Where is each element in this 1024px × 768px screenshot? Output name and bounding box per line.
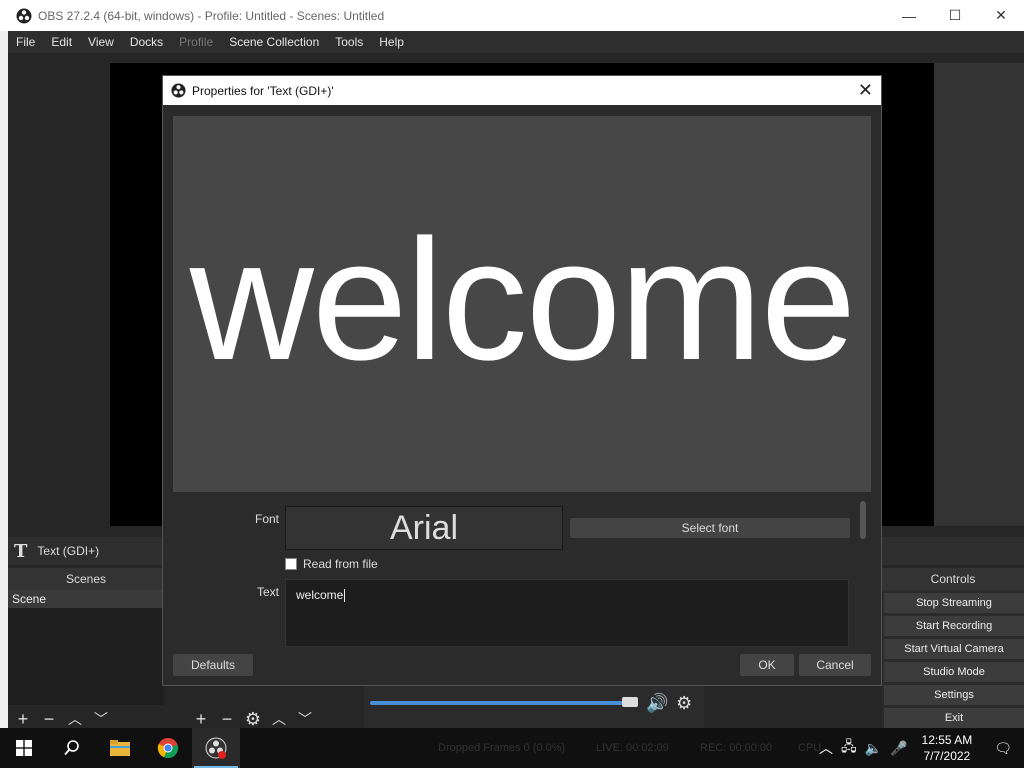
volume-slider-track[interactable] (370, 701, 635, 705)
window-title: OBS 27.2.4 (64-bit, windows) - Profile: … (38, 8, 385, 23)
select-font-button[interactable]: Select font (570, 518, 850, 538)
menu-bar: File Edit View Docks Profile Scene Colle… (8, 31, 1024, 53)
read-from-file-checkbox[interactable] (285, 558, 297, 570)
system-tray: ︿ 🖧 🔈 🎤 12:55 AM 7/7/2022 🗨 (815, 728, 1024, 768)
audio-mixer: 🔊 ⚙ (364, 683, 704, 728)
menu-view[interactable]: View (80, 31, 122, 53)
controls-dock: Controls Stop Streaming Start Recording … (882, 568, 1024, 728)
menu-file[interactable]: File (8, 31, 43, 53)
file-explorer-icon[interactable] (96, 728, 144, 768)
move-scene-down-button[interactable]: ﹀ (88, 709, 114, 729)
start-virtual-camera-button[interactable]: Start Virtual Camera (884, 639, 1024, 659)
move-source-up-button[interactable]: ︿ (266, 709, 292, 729)
scenes-list: Scene (8, 590, 164, 705)
exit-button[interactable]: Exit (884, 708, 1024, 728)
menu-profile[interactable]: Profile (171, 31, 221, 53)
scenes-dock-header: Scenes (8, 568, 164, 590)
text-caret (344, 589, 346, 603)
controls-dock-header: Controls (882, 568, 1024, 590)
menu-scene-collection[interactable]: Scene Collection (221, 31, 327, 53)
mixer-gear-icon[interactable]: ⚙ (676, 693, 692, 714)
volume-icon[interactable]: 🔈 (861, 740, 886, 757)
menu-help[interactable]: Help (371, 31, 412, 53)
dialog-close-button[interactable]: ✕ (858, 80, 873, 101)
close-window-button[interactable]: ✕ (978, 0, 1024, 31)
maximize-button[interactable]: ☐ (932, 0, 978, 31)
read-from-file-label[interactable]: Read from file (303, 557, 378, 571)
cancel-button[interactable]: Cancel (799, 654, 871, 676)
search-icon[interactable] (48, 728, 96, 768)
preview-text: welcome (189, 204, 857, 396)
obs-logo-icon (171, 83, 186, 98)
obs-logo-icon (16, 8, 32, 23)
read-from-file-row: Read from file (285, 557, 378, 571)
windows-taskbar: Dropped Frames 0 (0.0%) LIVE: 00:02:09 R… (0, 728, 1024, 768)
start-recording-button[interactable]: Start Recording (884, 616, 1024, 636)
obs-logo-icon (205, 737, 227, 759)
notifications-icon[interactable]: 🗨 (982, 740, 1024, 757)
dropped-frames-status: Dropped Frames 0 (0.0%) (438, 742, 566, 754)
text-source-preview: welcome (173, 116, 871, 492)
properties-scrollbar[interactable] (860, 501, 866, 539)
dialog-titlebar: Properties for 'Text (GDI+)' ✕ (163, 76, 881, 105)
window-titlebar: OBS 27.2.4 (64-bit, windows) - Profile: … (0, 0, 1024, 31)
move-scene-up-button[interactable]: ︿ (62, 709, 88, 729)
menu-tools[interactable]: Tools (327, 31, 371, 53)
studio-mode-button[interactable]: Studio Mode (884, 662, 1024, 682)
network-icon[interactable]: 🖧 (837, 736, 861, 760)
live-duration-status: LIVE: 00:02:09 (596, 742, 669, 754)
menu-edit[interactable]: Edit (43, 31, 80, 53)
rec-duration-status: REC: 00:00:00 (700, 742, 773, 754)
properties-dialog: Properties for 'Text (GDI+)' ✕ welcome F… (162, 75, 882, 686)
text-input-value: welcome (296, 588, 344, 602)
selected-source-name: Text (GDI+) (37, 544, 100, 558)
show-hidden-icons-chevron-icon[interactable]: ︿ (815, 738, 837, 758)
window-left-edge (0, 31, 8, 731)
defaults-button[interactable]: Defaults (173, 654, 253, 676)
menu-docks[interactable]: Docks (122, 31, 171, 53)
source-properties-gear-icon[interactable]: ⚙ (240, 709, 266, 730)
chrome-logo-icon (157, 738, 179, 759)
clock-time: 12:55 AM (921, 733, 973, 747)
magnifier-icon (64, 740, 79, 756)
font-label: Font (254, 512, 279, 526)
chrome-icon[interactable] (144, 728, 192, 768)
scene-list-item[interactable]: Scene (8, 590, 164, 608)
folder-icon (110, 740, 130, 756)
speaker-icon[interactable]: 🔊 (646, 693, 668, 714)
obs-taskbar-icon[interactable] (192, 728, 240, 768)
windows-logo-icon (16, 740, 32, 756)
remove-source-button[interactable]: − (214, 709, 240, 730)
windows-start-icon[interactable] (0, 728, 48, 768)
clock[interactable]: 12:55 AM 7/7/2022 (912, 732, 983, 764)
add-source-button[interactable]: + (188, 709, 214, 730)
volume-slider-handle[interactable] (622, 697, 638, 707)
text-icon: T (14, 540, 28, 562)
text-label: Text (256, 585, 279, 599)
font-display: Arial (285, 506, 563, 550)
settings-button[interactable]: Settings (884, 685, 1024, 705)
ok-button[interactable]: OK (740, 654, 794, 676)
preview-margin (934, 63, 1024, 526)
dialog-title: Properties for 'Text (GDI+)' (192, 83, 334, 98)
remove-scene-button[interactable]: − (36, 709, 62, 730)
minimize-button[interactable]: — (886, 0, 932, 31)
stop-streaming-button[interactable]: Stop Streaming (884, 593, 1024, 613)
clock-date: 7/7/2022 (923, 749, 971, 763)
microphone-icon[interactable]: 🎤 (886, 740, 911, 757)
add-scene-button[interactable]: + (10, 709, 36, 730)
move-source-down-button[interactable]: ﹀ (292, 709, 318, 729)
text-input[interactable]: welcome (285, 579, 849, 647)
